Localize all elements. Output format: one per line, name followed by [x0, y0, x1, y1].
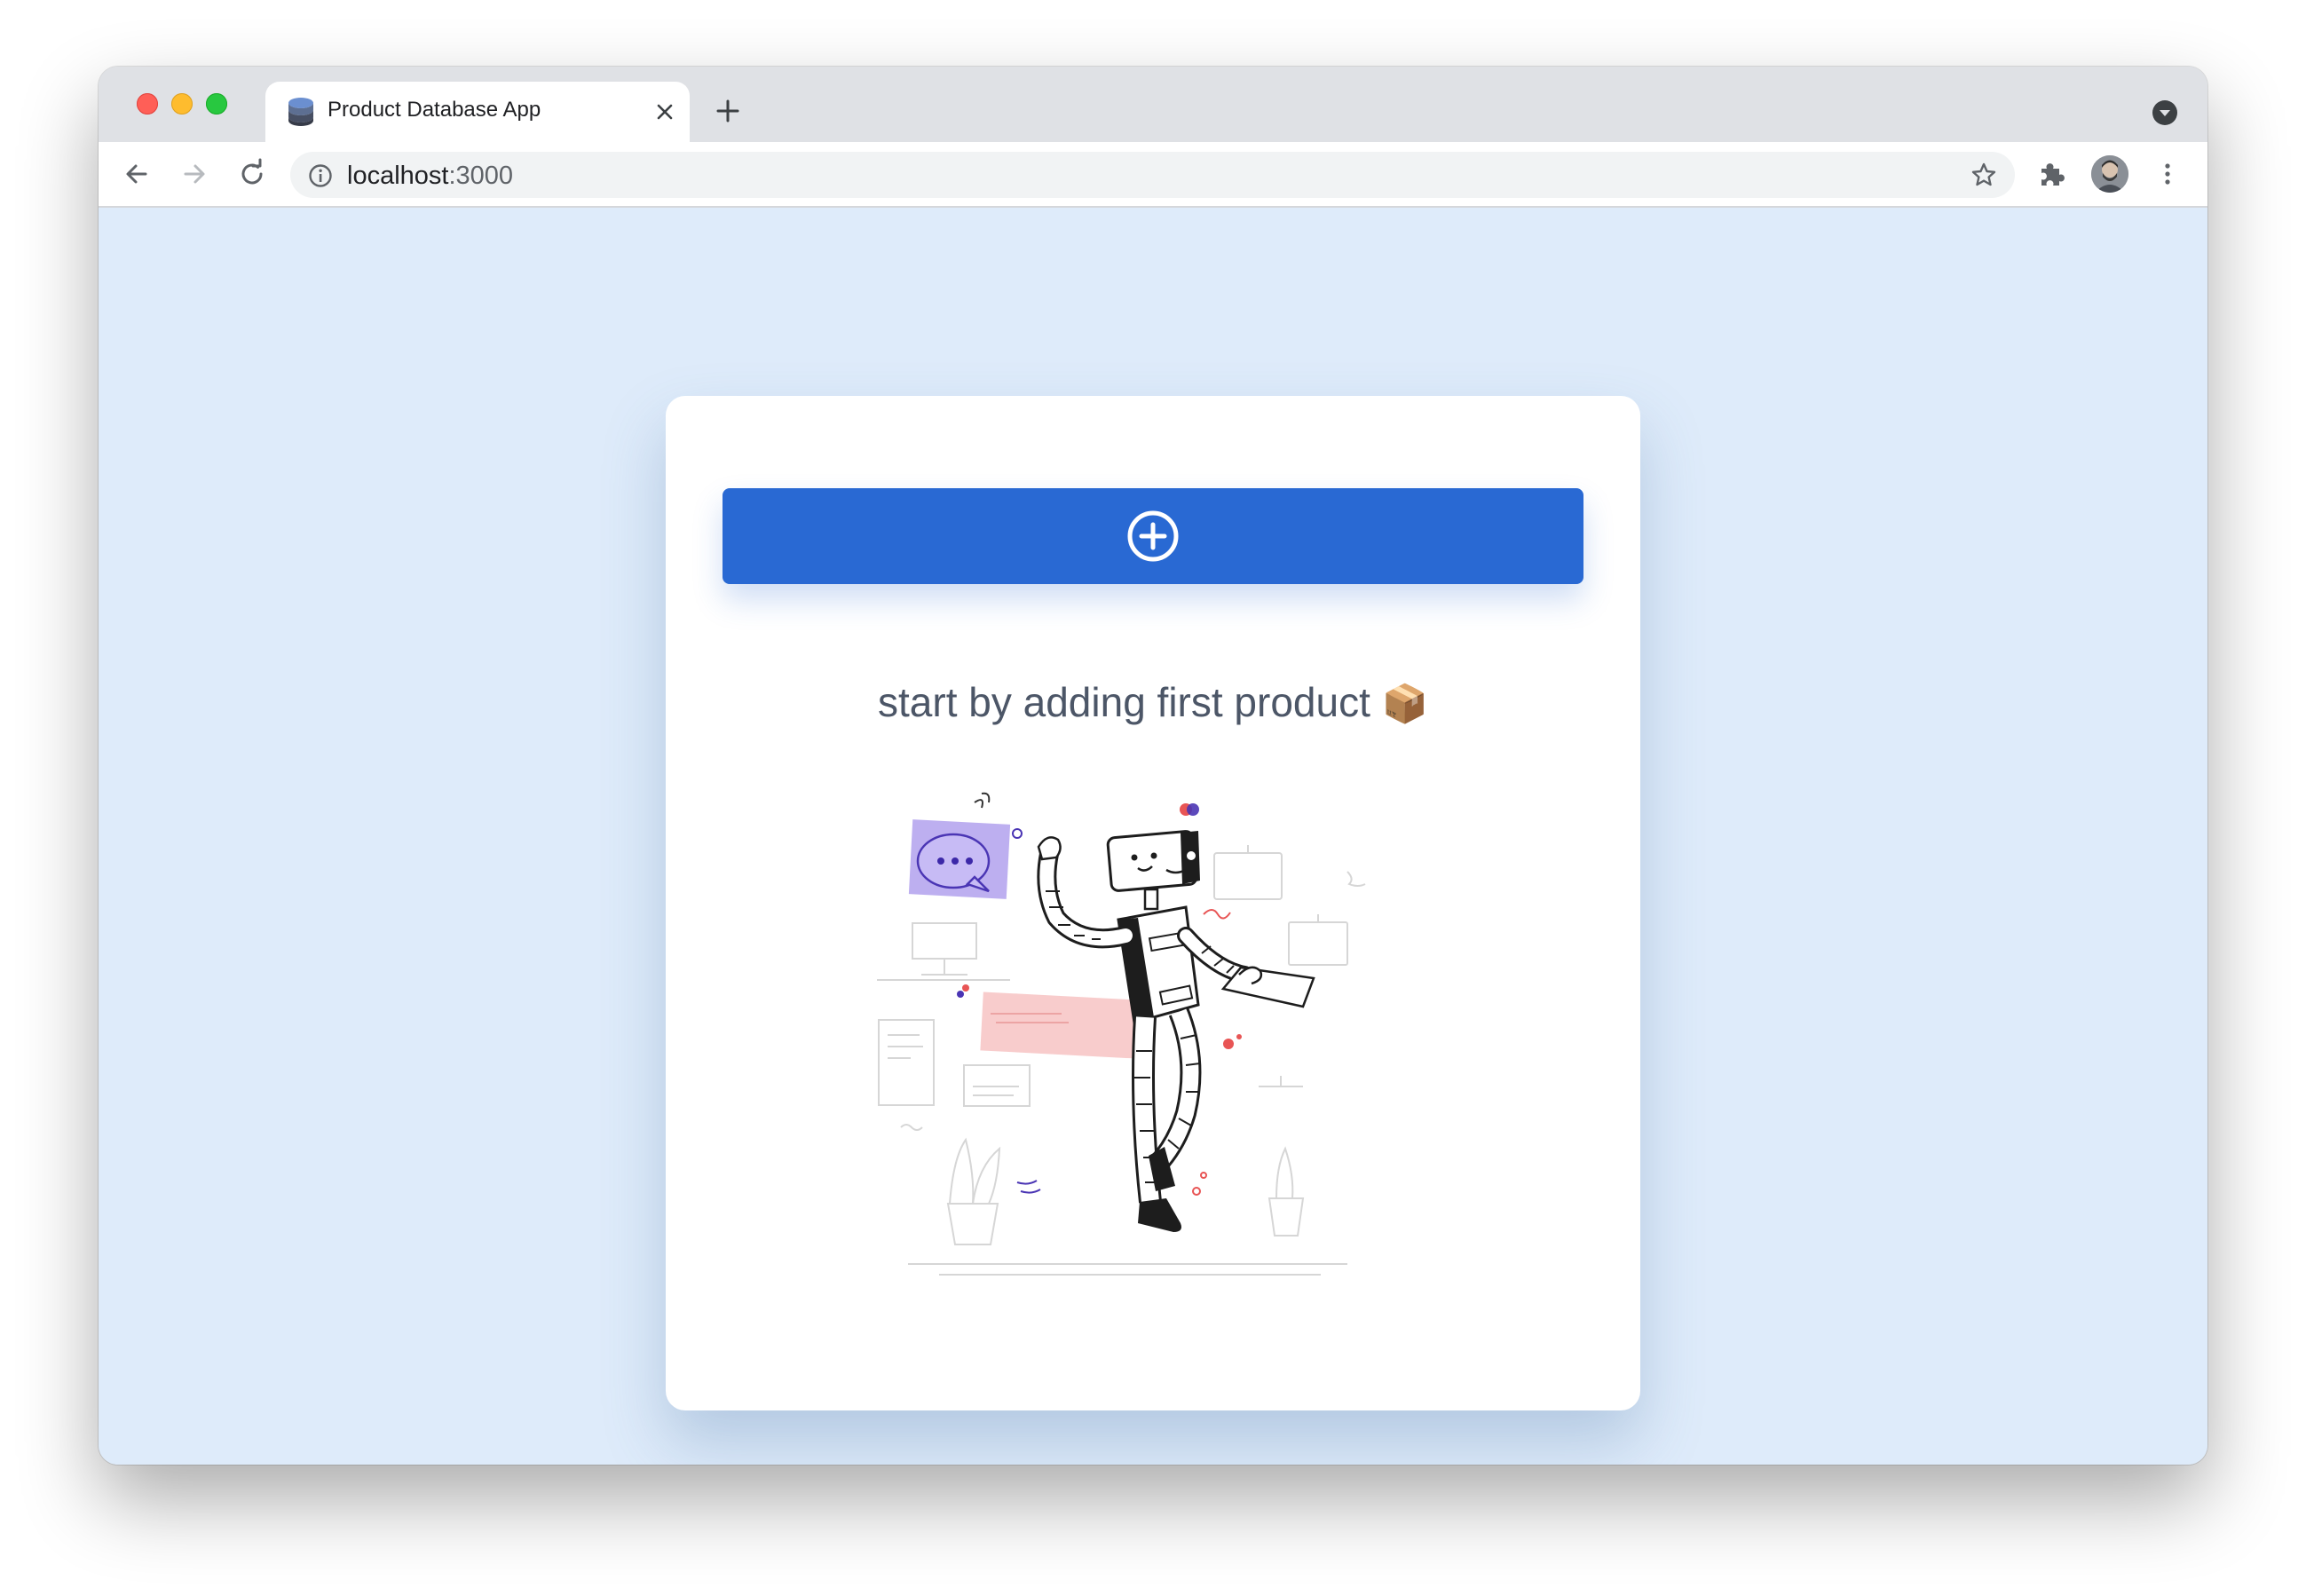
tab-bar: Product Database App — [99, 67, 2207, 142]
tab-product-database[interactable]: Product Database App — [265, 82, 690, 142]
profile-photo — [2091, 155, 2128, 193]
plus-circle-icon — [1127, 510, 1179, 562]
address-bar[interactable]: localhost:3000 — [290, 152, 2015, 198]
url-text: localhost:3000 — [347, 162, 513, 191]
puzzle-icon[interactable] — [2036, 158, 2068, 190]
close-window-button[interactable] — [137, 93, 158, 115]
empty-state-text: start by adding first product — [878, 679, 1370, 725]
robot-illustration — [877, 792, 1366, 1276]
database-icon — [288, 98, 313, 126]
close-icon[interactable] — [653, 100, 676, 123]
tab-search-icon[interactable] — [2152, 99, 2178, 126]
package-emoji: 📦 — [1381, 683, 1428, 724]
arrow-right-icon[interactable] — [178, 158, 210, 190]
star-icon[interactable] — [1970, 162, 1997, 188]
new-tab-icon[interactable] — [715, 98, 741, 124]
browser-toolbar: localhost:3000 — [99, 142, 2207, 208]
product-card: start by adding first product 📦 — [666, 396, 1640, 1410]
maximize-window-button[interactable] — [206, 93, 227, 115]
tab-title: Product Database App — [328, 98, 541, 122]
kebab-icon[interactable] — [2152, 158, 2184, 190]
empty-state-message: start by adding first product 📦 — [666, 678, 1640, 726]
url-port: :3000 — [448, 162, 514, 190]
page-viewport: start by adding first product 📦 — [99, 208, 2207, 1465]
reload-icon[interactable] — [236, 158, 268, 190]
avatar[interactable] — [2091, 155, 2128, 193]
add-product-button[interactable] — [723, 488, 1583, 584]
url-host: localhost — [347, 162, 449, 190]
browser-window: Product Database App localhost:3000 star… — [99, 67, 2207, 1465]
arrow-left-icon[interactable] — [121, 158, 153, 190]
minimize-window-button[interactable] — [171, 93, 193, 115]
info-icon[interactable] — [308, 163, 333, 188]
